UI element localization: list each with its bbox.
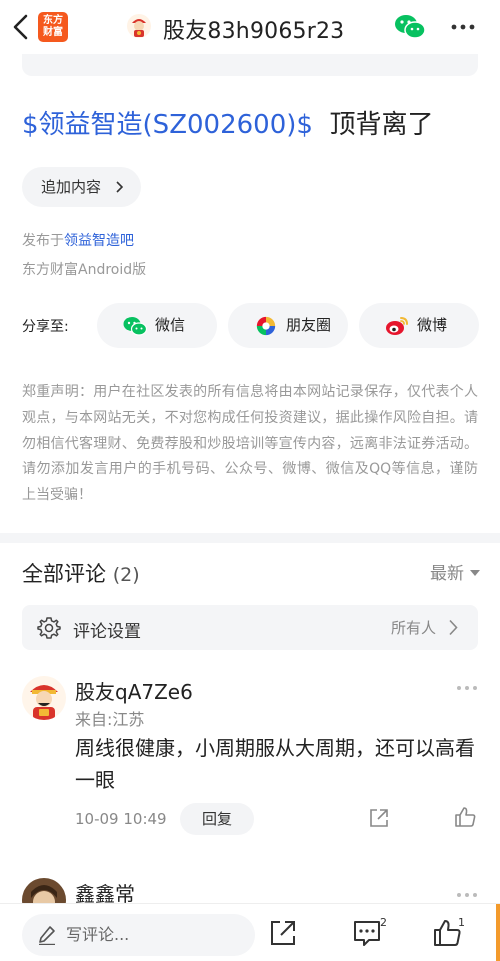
post-text: 顶背离了 <box>329 110 434 140</box>
thumbs-up-icon[interactable] <box>454 806 476 828</box>
edge-accent <box>496 904 500 961</box>
published-prefix: 发布于 <box>22 233 64 249</box>
comment-item: 鑫鑫常 <box>22 878 478 903</box>
share-icon[interactable] <box>268 918 298 948</box>
comment-settings-label: 评论设置 <box>73 622 141 642</box>
comment-count-badge: 2 <box>380 916 387 929</box>
share-label: 分享至: <box>22 319 69 335</box>
comments-count: (2) <box>112 564 140 586</box>
comment-item: 股友qA7Ze6 来自:江苏 周线很健康，小周期服从大周期，还可以高看一眼 10… <box>22 676 478 846</box>
commenter-name[interactable]: 股友qA7Ze6 <box>75 676 193 705</box>
share-moments-label: 朋友圈 <box>286 316 332 334</box>
more-dots-icon[interactable] <box>456 685 478 691</box>
comment-settings-value: 所有人 <box>390 619 436 637</box>
previous-card-edge <box>22 54 478 76</box>
more-dots-icon[interactable] <box>451 24 475 30</box>
share-wechat-button[interactable]: 微信 <box>97 303 217 348</box>
app-logo-line1: 东方 <box>43 15 63 26</box>
add-content-label: 追加内容 <box>41 178 102 196</box>
comments-heading: 全部评论 (2) <box>22 558 140 588</box>
write-comment-input[interactable]: 写评论... <box>22 914 255 956</box>
sort-label: 最新 <box>430 564 464 584</box>
moments-icon <box>256 316 276 336</box>
pencil-icon <box>39 926 55 945</box>
comment-time: 10-09 10:49 <box>75 810 167 828</box>
stock-bar-link[interactable]: 领益智造吧 <box>64 233 134 249</box>
share-weibo-label: 微博 <box>417 316 448 334</box>
share-moments-button[interactable]: 朋友圈 <box>228 303 348 348</box>
like-count-badge: 1 <box>458 916 465 929</box>
comment-text: 周线很健康，小周期服从大周期，还可以高看一眼 <box>75 736 475 792</box>
post-source: 东方财富Android版 <box>22 262 147 278</box>
published-in: 发布于领益智造吧 <box>22 230 134 250</box>
app-logo[interactable]: 东方 财富 <box>38 12 68 42</box>
add-content-button[interactable]: 追加内容 <box>22 167 141 207</box>
wechat-icon[interactable] <box>394 12 426 42</box>
stock-tag-link[interactable]: $领益智造(SZ002600)$ <box>22 110 313 140</box>
wechat-icon <box>123 317 147 336</box>
user-photo-avatar-icon <box>22 878 66 903</box>
top-bar: 东方 财富 股友83h9065r23 <box>0 0 500 54</box>
back-icon[interactable] <box>10 14 32 40</box>
share-weibo-button[interactable]: 微博 <box>359 303 479 348</box>
fortune-god-avatar-icon <box>22 676 66 720</box>
weibo-icon <box>386 317 408 335</box>
commenter-location: 来自:江苏 <box>75 710 145 729</box>
app-logo-line2: 财富 <box>43 27 63 38</box>
reply-button[interactable]: 回复 <box>180 803 254 835</box>
comments-heading-label: 全部评论 <box>22 562 106 586</box>
chevron-right-icon <box>116 181 123 193</box>
write-comment-placeholder: 写评论... <box>66 925 130 944</box>
sort-dropdown[interactable]: 最新 <box>430 559 480 584</box>
share-icon[interactable] <box>368 807 390 829</box>
more-dots-icon[interactable] <box>456 892 478 898</box>
page-title: 股友83h9065r23 <box>163 19 345 44</box>
comment-settings-row[interactable]: 评论设置 所有人 <box>22 605 478 650</box>
share-wechat-label: 微信 <box>155 316 186 334</box>
chevron-right-icon <box>449 619 458 636</box>
avatar[interactable] <box>22 676 66 720</box>
bottom-action-bar: 写评论... 2 1 <box>0 903 500 961</box>
disclaimer-text: 郑重声明：用户在社区发表的所有信息将由本网站记录保存，仅代表个人观点，与本网站无… <box>22 384 478 504</box>
comment-icon[interactable] <box>352 918 382 948</box>
commenter-name[interactable]: 鑫鑫常 <box>75 878 135 903</box>
post-content: $领益智造(SZ002600)$ 顶背离了 <box>22 104 434 141</box>
section-divider <box>0 533 500 543</box>
avatar[interactable] <box>22 878 66 903</box>
caret-down-icon <box>470 570 480 576</box>
gear-icon <box>37 617 61 639</box>
author-avatar-icon[interactable] <box>126 13 152 39</box>
